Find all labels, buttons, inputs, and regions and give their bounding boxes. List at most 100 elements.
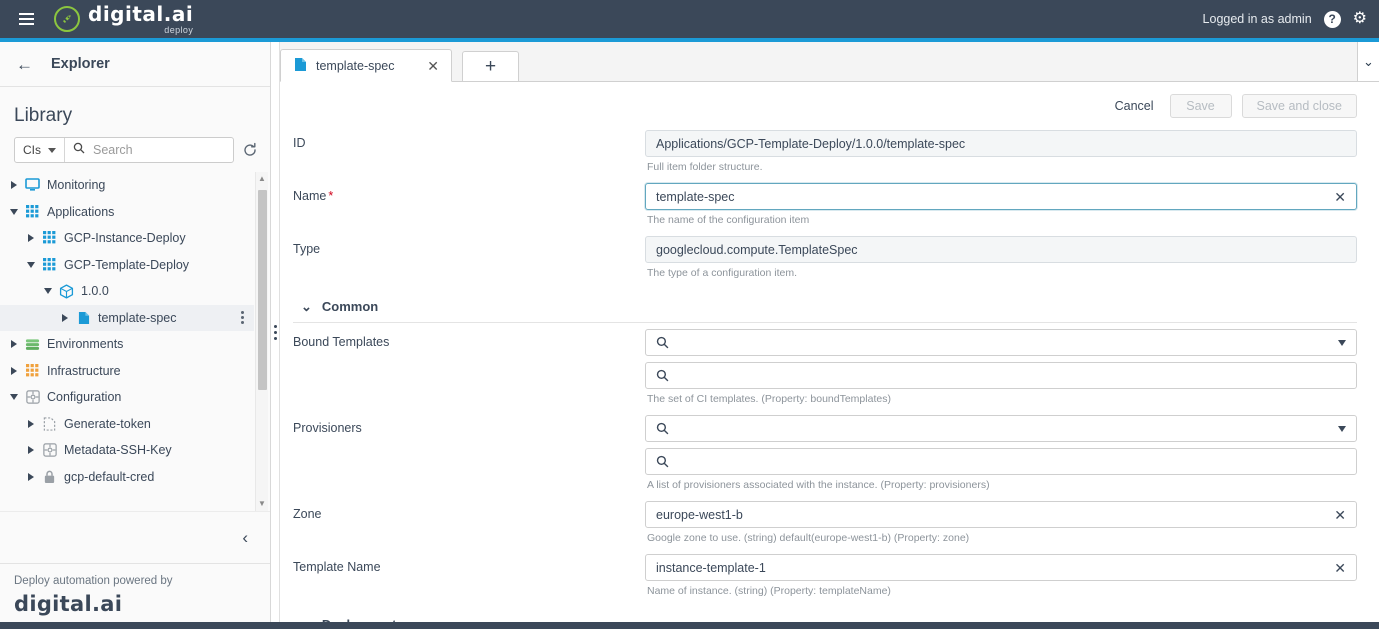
save-and-close-button[interactable]: Save and close (1241, 94, 1357, 118)
type-input: googlecloud.compute.TemplateSpec (645, 236, 1357, 263)
file-blue-icon (73, 311, 94, 325)
template-name-input[interactable]: instance-template-1 ✕ (645, 554, 1357, 581)
chevron-down-icon[interactable]: ⌄ (301, 300, 312, 313)
provisioners-search-input[interactable] (645, 448, 1357, 475)
save-button[interactable]: Save (1169, 94, 1232, 118)
search-icon (73, 141, 85, 159)
gear-icon[interactable]: ⚙ (1353, 11, 1367, 27)
tree-item-metadata-ssh-key[interactable]: Metadata-SSH-Key (0, 437, 254, 464)
section-title: Deployment (322, 617, 396, 622)
zone-input[interactable]: europe-west1-b ✕ (645, 501, 1357, 528)
field-label-text: Provisioners (293, 421, 362, 435)
chevron-right-icon[interactable] (23, 234, 39, 243)
chevron-down-icon[interactable] (6, 208, 22, 215)
tree-item-generate-token[interactable]: Generate-token (0, 411, 254, 438)
logged-in-label: Logged in as admin (1202, 12, 1312, 26)
field-control: A list of provisioners associated with t… (645, 415, 1357, 491)
tree-item-gcp-instance-deploy[interactable]: GCP-Instance-Deploy (0, 225, 254, 252)
brand-name: digital.ai (88, 1, 194, 26)
clear-icon[interactable]: ✕ (1326, 508, 1346, 522)
sidebar-search-row: CIs (0, 137, 270, 163)
chevron-right-icon[interactable] (23, 446, 39, 455)
chevron-down-icon[interactable] (1338, 425, 1346, 432)
field-label: Type (293, 236, 645, 256)
scroll-up-icon[interactable]: ▲ (258, 172, 266, 186)
tree-item-gcp-template-deploy[interactable]: GCP-Template-Deploy (0, 252, 254, 279)
tree-item-menu-icon[interactable] (241, 311, 244, 325)
tree-item-infrastructure[interactable]: Infrastructure (0, 358, 254, 385)
chevron-right-icon[interactable] (6, 366, 22, 375)
gear-grey-icon (39, 443, 60, 457)
tree-item-applications[interactable]: Applications (0, 199, 254, 226)
hamburger-icon[interactable] (6, 0, 46, 38)
sidebar: ← Explorer Library CIs Search Monitoring… (0, 42, 271, 622)
clear-icon[interactable]: ✕ (1326, 190, 1346, 204)
field-hint: A list of provisioners associated with t… (647, 479, 990, 491)
scroll-track[interactable] (256, 186, 268, 497)
grid-blue-icon (39, 257, 60, 272)
form-row: Zone europe-west1-b ✕ Google zone to use. (… (293, 501, 1357, 544)
rocket-icon (54, 6, 80, 32)
chevron-down-icon[interactable] (6, 394, 22, 401)
tab-label: template-spec (316, 58, 395, 73)
tree-item-label: gcp-default-cred (64, 469, 155, 484)
tree-scrollbar[interactable]: ▲ ▼ (255, 172, 268, 511)
grid-blue-icon (22, 204, 43, 219)
sidebar-splitter[interactable] (271, 42, 280, 622)
tree-item-template-spec[interactable]: template-spec (0, 304, 254, 331)
grid-blue-icon (39, 231, 60, 245)
add-tab-button[interactable]: + (462, 51, 519, 82)
tree-item-1-0-0[interactable]: 1.0.0 (0, 278, 254, 305)
explorer-header: ← Explorer (0, 42, 270, 87)
field-hint: The type of a configuration item. (647, 267, 797, 279)
refresh-icon[interactable] (242, 142, 258, 158)
tree-item-configuration[interactable]: Configuration (0, 384, 254, 411)
section-header-common[interactable]: ⌄ Common (293, 289, 1357, 323)
scroll-down-icon[interactable]: ▼ (258, 497, 266, 511)
search-input[interactable] (91, 142, 233, 158)
chevron-down-icon[interactable] (23, 261, 39, 268)
scroll-thumb[interactable] (258, 190, 267, 390)
bound-templates-select[interactable] (645, 329, 1357, 356)
chevron-down-icon[interactable]: ⌄ (301, 618, 312, 622)
chevron-right-icon[interactable] (23, 472, 39, 481)
help-icon[interactable]: ? (1323, 10, 1341, 28)
chevron-down-icon[interactable] (1338, 339, 1346, 346)
clear-icon[interactable]: ✕ (1326, 561, 1346, 575)
search-scope-select[interactable]: CIs (15, 138, 65, 162)
section-title: Common (321, 299, 379, 314)
grid-orange-icon (22, 363, 43, 378)
field-label: Template Name (293, 554, 645, 574)
sidebar-collapse-row: ‹ (0, 511, 270, 563)
type-value: googlecloud.compute.TemplateSpec (656, 242, 858, 257)
chevron-right-icon[interactable] (23, 419, 39, 428)
bound-templates-search-input[interactable] (645, 362, 1357, 389)
field-control: europe-west1-b ✕ Google zone to use. (stri… (645, 501, 1357, 544)
close-icon[interactable]: ✕ (427, 59, 439, 73)
tree-item-gcp-default-cred[interactable]: gcp-default-cred (0, 464, 254, 491)
name-input[interactable]: template-spec ✕ (645, 183, 1357, 210)
tree-item-environments[interactable]: Environments (0, 331, 254, 358)
template-name-value: instance-template-1 (656, 560, 766, 575)
field-control: The set of CI templates. (Property: boun… (645, 329, 1357, 405)
splitter-handle-icon (273, 324, 277, 340)
chevron-right-icon[interactable] (6, 181, 22, 190)
chevron-right-icon[interactable] (6, 340, 22, 349)
cancel-button[interactable]: Cancel (1109, 99, 1160, 113)
action-bar: Cancel Save Save and close (271, 82, 1379, 124)
field-label: ID (293, 130, 645, 150)
collapse-sidebar-icon[interactable]: ‹ (242, 528, 248, 548)
field-control: Applications/GCP-Template-Deploy/1.0.0/t… (645, 130, 1357, 173)
field-label-text: Name (293, 189, 327, 203)
section-header-deployment[interactable]: ⌄ Deployment (293, 607, 1357, 622)
tree-item-monitoring[interactable]: Monitoring (0, 172, 254, 199)
provisioners-select[interactable] (645, 415, 1357, 442)
lock-grey-icon (39, 470, 60, 484)
tab-template-spec[interactable]: template-spec ✕ (280, 49, 452, 82)
chevron-right-icon[interactable] (57, 313, 73, 322)
back-arrow-icon[interactable]: ← (16, 56, 33, 73)
chevron-down-icon[interactable] (40, 288, 56, 295)
tab-overflow-chevron-down-icon[interactable]: ⌄ (1357, 42, 1379, 81)
library-tree: Monitoring Applications GCP-Instance-Deplo… (0, 172, 254, 511)
